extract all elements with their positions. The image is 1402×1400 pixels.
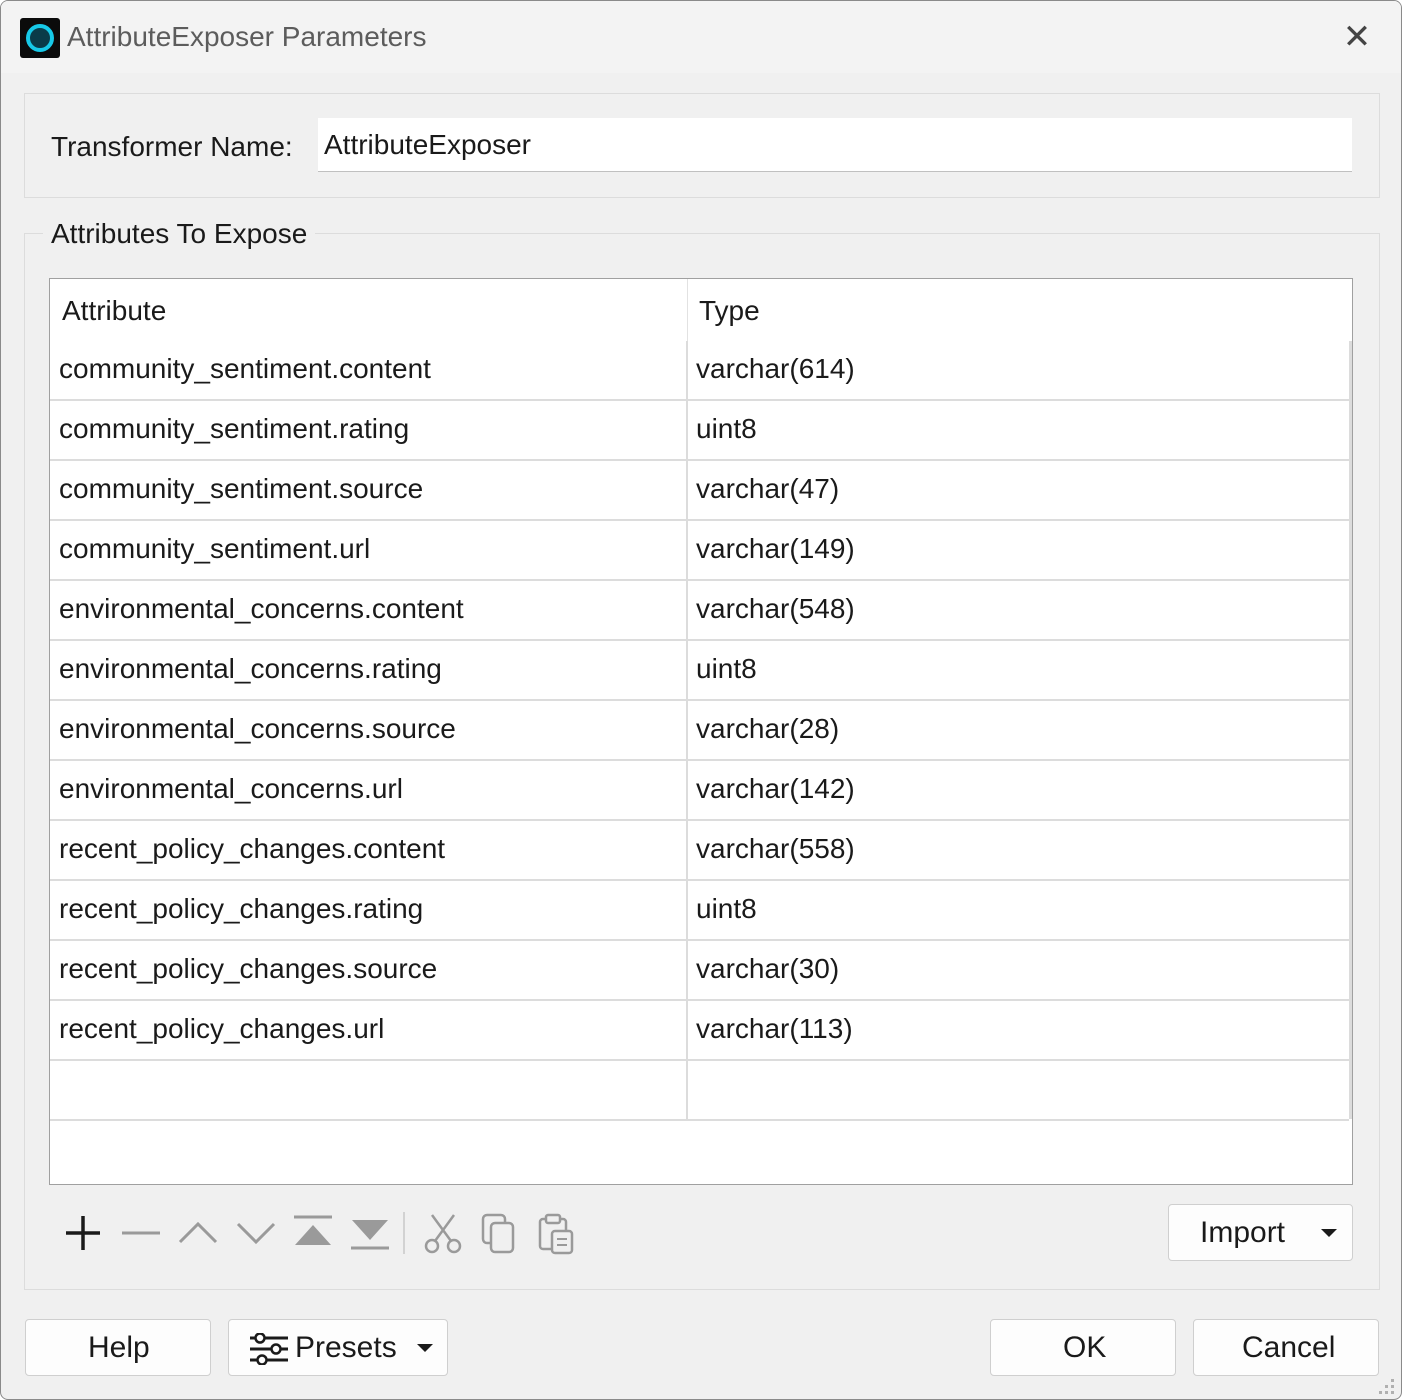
type-cell[interactable]: varchar(30) [696,953,839,985]
type-cell[interactable]: uint8 [696,893,757,925]
chevron-down-icon [417,1344,433,1352]
move-to-bottom-icon[interactable] [348,1211,392,1255]
table-row[interactable]: recent_policy_changes.content varchar(55… [50,821,1349,881]
sliders-icon [250,1333,288,1365]
attribute-cell[interactable]: environmental_concerns.url [59,773,403,805]
table-header: Attribute Type [50,279,1352,341]
copy-icon[interactable] [477,1211,521,1255]
toolbar-separator [403,1212,405,1254]
help-button[interactable]: Help [25,1319,211,1376]
table-row-empty[interactable] [50,1061,1349,1121]
transformer-name-input[interactable] [318,118,1352,172]
attribute-cell[interactable]: community_sentiment.rating [59,413,409,445]
attribute-cell[interactable]: community_sentiment.url [59,533,370,565]
table-row[interactable]: recent_policy_changes.url varchar(113) [50,1001,1349,1061]
type-cell[interactable]: varchar(614) [696,353,855,385]
cancel-button[interactable]: Cancel [1193,1319,1379,1376]
type-cell[interactable]: varchar(28) [696,713,839,745]
transformer-name-label: Transformer Name: [51,131,293,162]
table-row[interactable]: community_sentiment.content varchar(614) [50,341,1349,401]
type-cell[interactable]: varchar(548) [696,593,855,625]
ok-button[interactable]: OK [990,1319,1176,1376]
import-button[interactable]: Import [1168,1204,1353,1261]
cut-icon[interactable] [421,1211,465,1255]
move-to-top-icon[interactable] [291,1211,335,1255]
attribute-cell[interactable]: environmental_concerns.rating [59,653,442,685]
chevron-down-icon [1321,1229,1337,1237]
attribute-cell[interactable]: community_sentiment.content [59,353,431,385]
table-row[interactable]: recent_policy_changes.source varchar(30) [50,941,1349,1001]
presets-label: Presets [295,1331,397,1364]
type-cell[interactable]: varchar(142) [696,773,855,805]
table-row[interactable]: community_sentiment.url varchar(149) [50,521,1349,581]
table-row[interactable]: environmental_concerns.source varchar(28… [50,701,1349,761]
type-cell[interactable]: varchar(47) [696,473,839,505]
table-row[interactable]: environmental_concerns.rating uint8 [50,641,1349,701]
paste-icon[interactable] [535,1211,579,1255]
title-bar: AttributeExposer Parameters ✕ [1,1,1401,73]
window-title: AttributeExposer Parameters [67,21,427,52]
column-header-type[interactable]: Type [699,295,760,327]
attribute-cell[interactable]: recent_policy_changes.url [59,1013,384,1045]
table-row[interactable]: environmental_concerns.url varchar(142) [50,761,1349,821]
type-cell[interactable]: uint8 [696,413,757,445]
presets-button[interactable]: Presets [228,1319,448,1376]
type-cell[interactable]: uint8 [696,653,757,685]
move-down-icon[interactable] [234,1211,278,1255]
ok-label: OK [1063,1331,1107,1364]
type-cell[interactable]: varchar(558) [696,833,855,865]
table-row[interactable]: environmental_concerns.content varchar(5… [50,581,1349,641]
table-row[interactable]: recent_policy_changes.rating uint8 [50,881,1349,941]
column-header-attribute[interactable]: Attribute [62,295,166,327]
type-cell[interactable]: varchar(113) [696,1013,853,1045]
remove-icon[interactable] [119,1211,163,1255]
help-label: Help [88,1331,150,1364]
attribute-cell[interactable]: recent_policy_changes.source [59,953,437,985]
attribute-cell[interactable]: environmental_concerns.source [59,713,456,745]
add-icon[interactable] [61,1211,105,1255]
cancel-label: Cancel [1242,1331,1336,1364]
attributes-group: Attributes To Expose Attribute Type comm… [24,218,1380,1290]
table-right-border [1349,341,1352,1119]
app-logo-icon [20,18,60,58]
attribute-cell[interactable]: community_sentiment.source [59,473,423,505]
attribute-cell[interactable]: recent_policy_changes.content [59,833,445,865]
type-cell[interactable]: varchar(149) [696,533,855,565]
close-icon[interactable]: ✕ [1331,15,1383,59]
attributes-group-title: Attributes To Expose [43,218,316,250]
table-row[interactable]: community_sentiment.rating uint8 [50,401,1349,461]
resize-grip-icon[interactable] [1373,1373,1397,1397]
attribute-cell[interactable]: recent_policy_changes.rating [59,893,423,925]
attributes-table: Attribute Type community_sentiment.conte… [49,278,1353,1185]
transformer-name-group: Transformer Name: [24,93,1380,198]
attribute-cell[interactable]: environmental_concerns.content [59,593,464,625]
move-up-icon[interactable] [176,1211,220,1255]
dialog-window: AttributeExposer Parameters ✕ Transforme… [0,0,1402,1400]
table-row[interactable]: community_sentiment.source varchar(47) [50,461,1349,521]
import-label: Import [1200,1216,1286,1249]
